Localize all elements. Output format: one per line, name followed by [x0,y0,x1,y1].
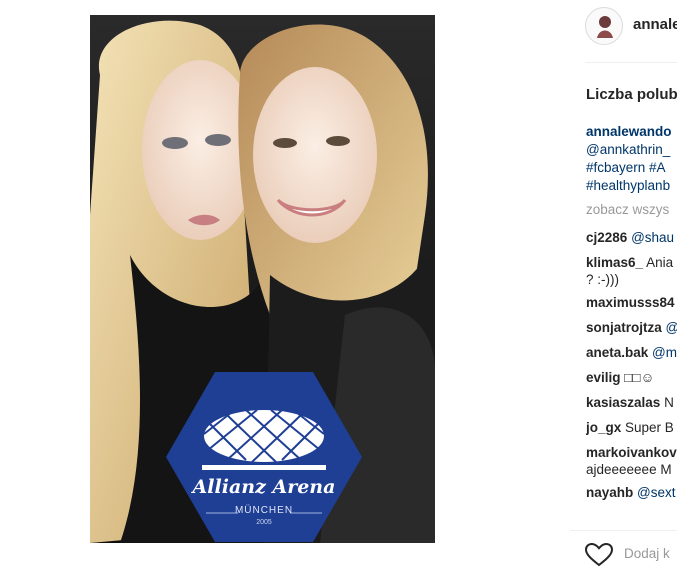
comment-item: evilig □□☺ [586,365,677,390]
post-photo[interactable]: Allianz Arena MÜNCHEN 2005 [90,15,435,543]
comment-item: nayahb @sext [586,480,677,505]
comment-item: klimas6_ Ania ? :-))) [586,250,677,290]
badge-year: 2005 [256,519,272,526]
comment-text[interactable]: @ [666,320,677,335]
comment-item: kasiaszalas N [586,390,677,415]
comment-text: □□☺ [624,370,655,385]
caption-line[interactable]: #fcbayern #A [586,159,677,177]
comment-text: N [664,395,674,410]
comment-text[interactable]: @shau [631,230,674,245]
comment-username[interactable]: sonjatrojtza [586,320,662,335]
comment-username[interactable]: markoivankov [586,445,677,460]
badge-city: MÜNCHEN [234,505,294,516]
comments-list: cj2286 @shau klimas6_ Ania ? :-))) maxim… [586,225,677,521]
comment-text-continued: ? :-))) [586,272,619,287]
comment-text: Ania [646,255,674,270]
comment-text[interactable]: @sext [637,485,675,500]
comment-username[interactable]: maximusss84 [586,295,675,310]
comment-item: sonjatrojtza @ [586,315,677,340]
comment-item: aneta.bak @mo [586,340,677,365]
comment-username[interactable]: nayahb [586,485,633,500]
allianz-arena-badge: Allianz Arena MÜNCHEN 2005 [166,372,362,542]
comment-item: maximusss84 [586,290,677,315]
comment-username[interactable]: jo_gx [586,420,621,435]
comment-username[interactable]: aneta.bak [586,345,648,360]
post-side-panel: annale Liczba polubie annalewando @annka… [570,0,677,572]
comment-item: jo_gx Super B [586,415,677,440]
caption-username[interactable]: annalewando [586,124,672,139]
post-actions: Dodaj k [570,530,677,572]
likes-count[interactable]: Liczba polubie [586,86,677,103]
heart-icon[interactable] [585,543,613,567]
caption-line[interactable]: @annkathrin_ [586,141,677,159]
comment-item: cj2286 @shau [586,225,677,250]
comment-text[interactable]: @mo [652,345,677,360]
comment-username[interactable]: kasiaszalas [586,395,660,410]
add-comment-input[interactable]: Dodaj k [624,546,670,561]
comment-username[interactable]: cj2286 [586,230,627,245]
badge-title: Allianz Arena [192,476,336,498]
comment-username[interactable]: klimas6_ [586,255,643,270]
view-all-comments-link[interactable]: zobacz wszys [586,202,669,217]
post-caption: annalewando @annkathrin_ #fcbayern #A #h… [586,123,677,195]
comment-username[interactable]: evilig [586,370,621,385]
comment-item: markoivankov ajdeeeeeee M [586,440,677,480]
post-header: annale [570,0,677,60]
avatar[interactable] [585,7,623,45]
header-divider [585,62,677,63]
comment-text: Super B [625,420,674,435]
caption-line[interactable]: #healthyplanb [586,177,677,195]
comment-text-continued: ajdeeeeeee M [586,462,672,477]
post-username[interactable]: annale [633,16,677,33]
